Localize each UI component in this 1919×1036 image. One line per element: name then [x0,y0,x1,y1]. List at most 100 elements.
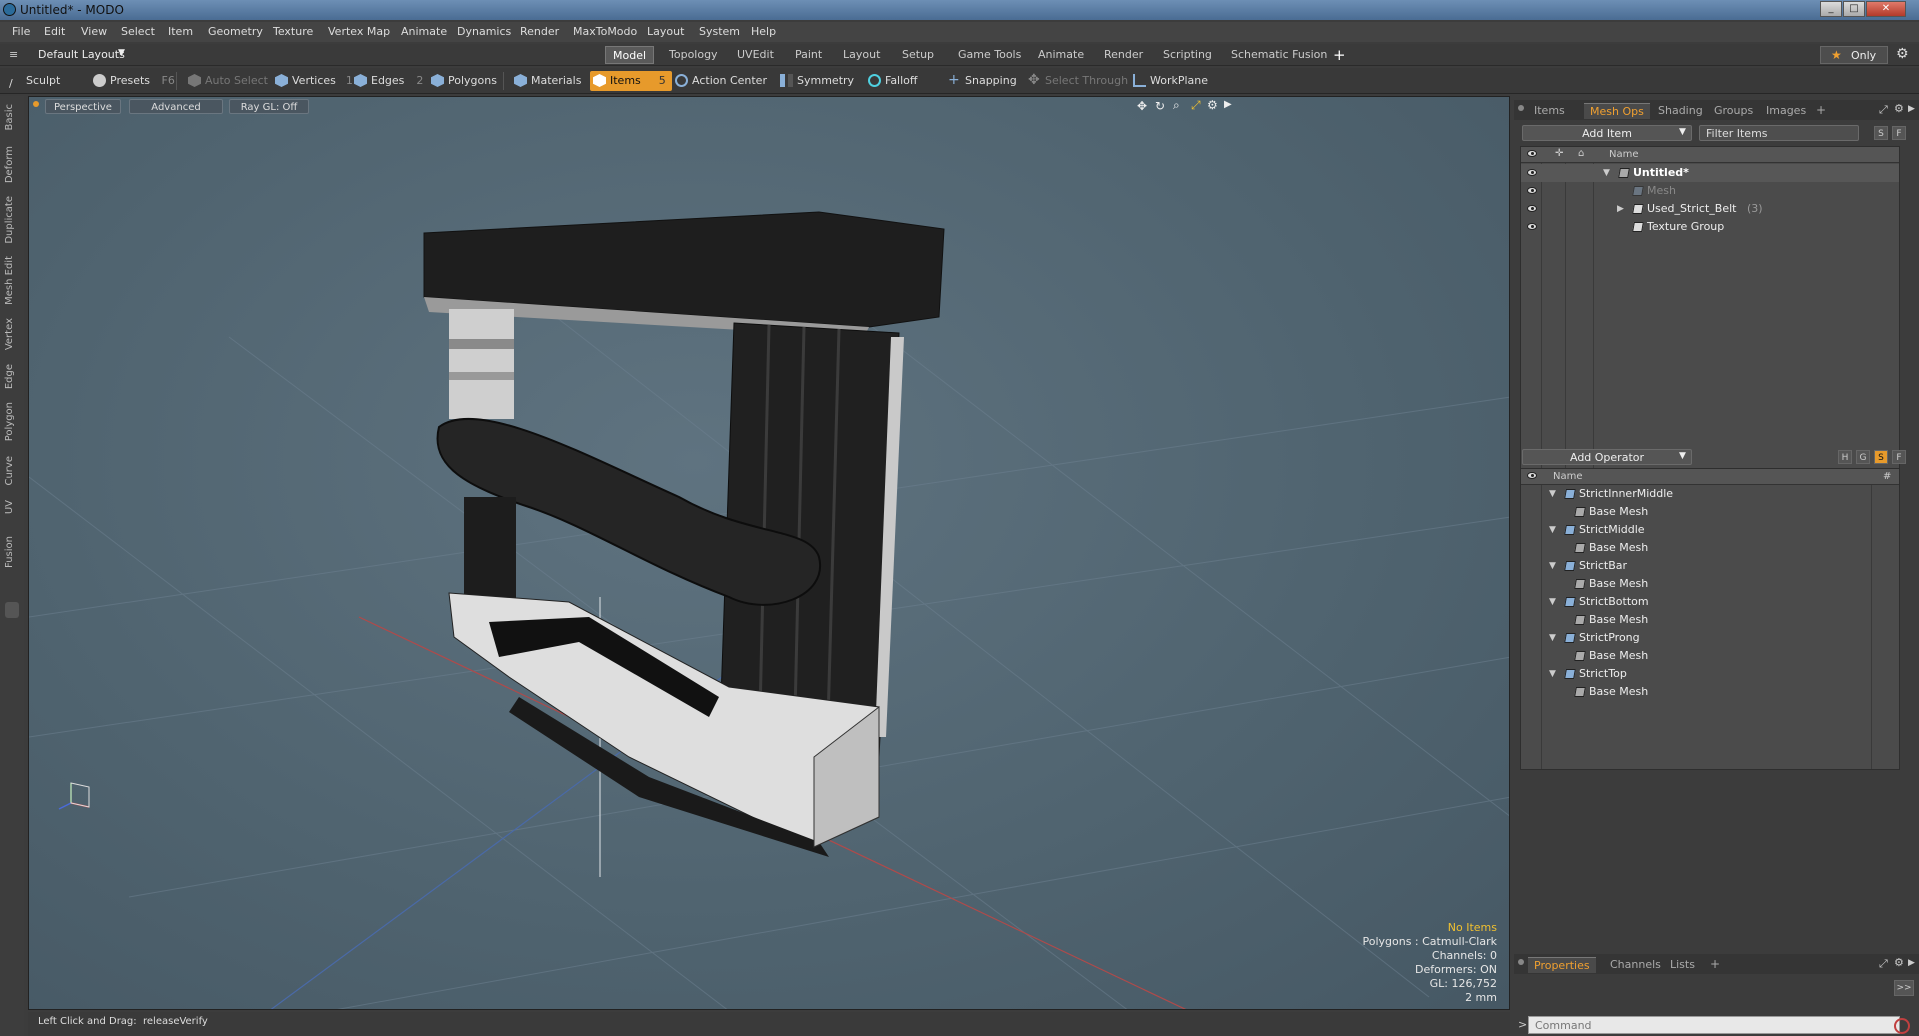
tab-fusion[interactable]: Fusion [4,536,15,568]
add-operator-dropdown[interactable]: Add Operator [1522,449,1692,465]
tab-uv[interactable]: UV [4,500,15,514]
perspective-dropdown[interactable]: Perspective [45,99,121,114]
operator-row[interactable]: ▼ StrictMiddle [1521,521,1899,539]
filter-items-input[interactable]: Filter Items [1699,125,1859,141]
menu-layout[interactable]: Layout [647,25,684,38]
collapse-triangle-icon[interactable]: ▼ [1549,485,1556,503]
operator-row[interactable]: ▼ StrictBottom [1521,593,1899,611]
tab-render[interactable]: Render [1097,46,1150,64]
add-item-dropdown[interactable]: Add Item [1522,125,1692,141]
only-toggle[interactable]: ★ Only [1820,46,1888,64]
panel-toggle-button[interactable] [5,602,19,618]
panel-gear-icon[interactable]: ⚙ [1894,102,1904,115]
workplane-button[interactable]: WorkPlane [1130,71,1208,91]
menu-help[interactable]: Help [751,25,776,38]
tab-paint[interactable]: Paint [788,46,829,64]
operator-row[interactable]: Base Mesh [1521,647,1899,665]
viewport-expand-icon[interactable]: ▶ [1224,99,1232,110]
tab-properties[interactable]: Properties [1528,957,1596,973]
tab-channels[interactable]: Channels [1604,957,1667,973]
tab-polygon[interactable]: Polygon [4,402,15,441]
3d-viewport[interactable]: Perspective Advanced Ray GL: Off ✥ ↻ ⌕ ⤢… [28,96,1510,1010]
menu-vertex-map[interactable]: Vertex Map [328,25,390,38]
viewport-gear-icon[interactable]: ⚙ [1207,98,1218,112]
menu-edit[interactable]: Edit [44,25,65,38]
collapse-triangle-icon[interactable]: ▼ [1549,521,1556,539]
raygl-toggle[interactable]: Ray GL: Off [229,99,309,114]
falloff-button[interactable]: Falloff [865,71,917,91]
close-button[interactable]: ✕ [1866,1,1906,17]
op-name-column-header[interactable]: Name [1553,471,1583,482]
list-item[interactable]: ▶ Used_Strict_Belt (3) [1521,200,1899,218]
tab-edge[interactable]: Edge [4,364,15,389]
filter-s-button[interactable]: S [1874,126,1888,140]
expand-panel-icon[interactable]: ⤢ [1879,957,1888,971]
layout-menu-icon[interactable]: ≡ [9,48,18,61]
tab-items[interactable]: Items [1528,103,1571,119]
operator-row[interactable]: Base Mesh [1521,683,1899,701]
tab-shading[interactable]: Shading [1652,103,1709,119]
op-s-button[interactable]: S [1874,450,1888,464]
panel-menu-icon[interactable]: ▶ [1908,958,1915,968]
items-button[interactable]: Items 5 [590,71,672,91]
tab-deform[interactable]: Deform [4,146,15,183]
list-item[interactable]: Mesh [1521,182,1899,200]
advanced-dropdown[interactable]: Advanced [129,99,223,114]
tab-uvedit[interactable]: UVEdit [730,46,781,64]
minimize-button[interactable]: _ [1820,1,1842,17]
tab-basic[interactable]: Basic [4,104,15,130]
chevron-down-icon[interactable]: ▼ [118,48,125,58]
polygons-button[interactable]: Polygons [428,71,497,91]
action-center-button[interactable]: Action Center [672,71,767,91]
filter-f-button[interactable]: F [1892,126,1906,140]
collapse-triangle-icon[interactable]: ▼ [1549,629,1556,647]
op-h-button[interactable]: H [1838,450,1852,464]
tab-game-tools[interactable]: Game Tools [951,46,1028,64]
tab-schematic-fusion[interactable]: Schematic Fusion [1224,46,1334,64]
tab-animate[interactable]: Animate [1031,46,1091,64]
tab-images[interactable]: Images [1760,103,1812,119]
collapse-triangle-icon[interactable]: ▼ [1549,665,1556,683]
symmetry-button[interactable]: Symmetry [777,71,854,91]
select-through-button[interactable]: ✥ Select Through [1025,71,1128,91]
operator-row[interactable]: ▼ StrictProng [1521,629,1899,647]
tab-mesh-edit[interactable]: Mesh Edit [4,256,15,305]
visibility-eye-icon[interactable] [1527,169,1537,176]
operator-row[interactable]: Base Mesh [1521,611,1899,629]
tab-scripting[interactable]: Scripting [1156,46,1219,64]
add-tab-plus-icon[interactable]: + [1816,103,1826,117]
expand-panel-icon[interactable]: ⤢ [1879,103,1888,117]
collapse-triangle-icon[interactable]: ▼ [1603,164,1610,182]
vertices-button[interactable]: Vertices 1 [272,71,353,91]
tab-curve[interactable]: Curve [4,456,15,486]
sculpt-button[interactable]: / Sculpt [6,71,60,91]
tab-vertex[interactable]: Vertex [4,318,15,350]
op-g-button[interactable]: G [1856,450,1870,464]
visibility-eye-icon[interactable] [1527,187,1537,194]
snapping-button[interactable]: + Snapping [945,71,1017,91]
record-icon[interactable] [1894,1018,1910,1034]
tab-setup[interactable]: Setup [895,46,941,64]
add-tab-plus-icon[interactable]: + [1333,46,1346,64]
expand-forward-button[interactable]: >> [1894,980,1914,996]
visibility-eye-icon[interactable] [1527,205,1537,212]
name-column-header[interactable]: Name [1609,149,1639,160]
tab-topology[interactable]: Topology [662,46,725,64]
operator-row[interactable]: Base Mesh [1521,575,1899,593]
operator-row[interactable]: ▼ StrictInnerMiddle [1521,485,1899,503]
command-input[interactable]: Command [1528,1016,1900,1034]
operator-row[interactable]: ▼ StrictBar [1521,557,1899,575]
fit-view-icon[interactable]: ⤢ [1191,98,1201,113]
operator-row[interactable]: Base Mesh [1521,539,1899,557]
tab-duplicate[interactable]: Duplicate [4,196,15,244]
menu-dynamics[interactable]: Dynamics [457,25,511,38]
tab-layout[interactable]: Layout [836,46,887,64]
move-view-icon[interactable]: ✥ [1137,99,1147,113]
gear-icon[interactable]: ⚙ [1896,46,1909,62]
operator-row[interactable]: Base Mesh [1521,503,1899,521]
menu-maxtomodo[interactable]: MaxToModo [573,25,637,38]
menu-texture[interactable]: Texture [273,25,313,38]
menu-animate[interactable]: Animate [401,25,447,38]
auto-select-button[interactable]: Auto Select [185,71,268,91]
tab-lists[interactable]: Lists [1664,957,1701,973]
